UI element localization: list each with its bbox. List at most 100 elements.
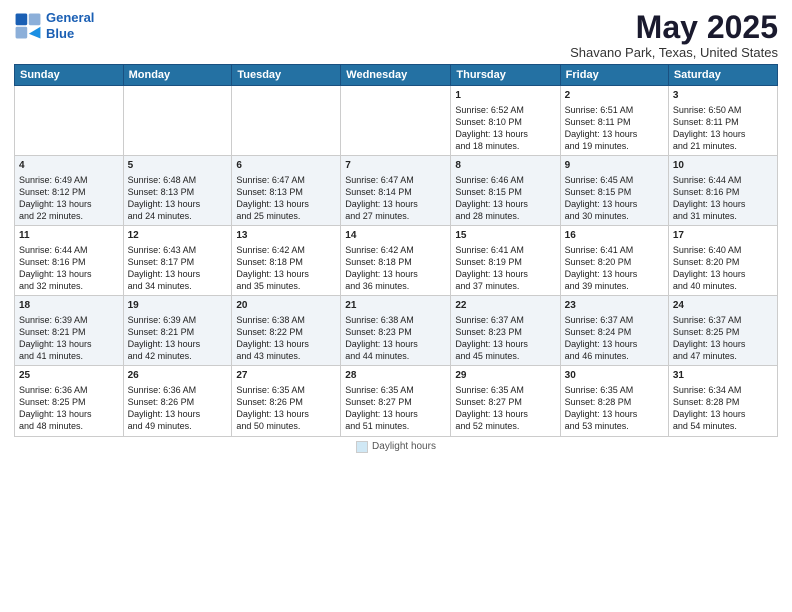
day-info: Sunrise: 6:39 AM Sunset: 8:21 PM Dayligh… [19,314,119,363]
day-number: 21 [345,299,446,313]
calendar-cell: 1Sunrise: 6:52 AM Sunset: 8:10 PM Daylig… [451,86,560,156]
legend-label: Daylight hours [372,441,436,452]
day-info: Sunrise: 6:44 AM Sunset: 8:16 PM Dayligh… [673,174,773,223]
calendar-cell: 7Sunrise: 6:47 AM Sunset: 8:14 PM Daylig… [341,156,451,226]
calendar-cell: 23Sunrise: 6:37 AM Sunset: 8:24 PM Dayli… [560,296,668,366]
logo-general: General [46,10,94,25]
calendar-cell: 12Sunrise: 6:43 AM Sunset: 8:17 PM Dayli… [123,226,232,296]
day-number: 19 [128,299,228,313]
day-info: Sunrise: 6:44 AM Sunset: 8:16 PM Dayligh… [19,244,119,293]
day-number: 31 [673,369,773,383]
calendar-cell: 20Sunrise: 6:38 AM Sunset: 8:22 PM Dayli… [232,296,341,366]
day-number: 1 [455,89,555,103]
logo-text: General Blue [46,10,94,41]
day-number: 16 [565,229,664,243]
day-info: Sunrise: 6:39 AM Sunset: 8:21 PM Dayligh… [128,314,228,363]
calendar-cell: 31Sunrise: 6:34 AM Sunset: 8:28 PM Dayli… [668,366,777,436]
day-number: 24 [673,299,773,313]
day-number: 22 [455,299,555,313]
day-info: Sunrise: 6:35 AM Sunset: 8:26 PM Dayligh… [236,384,336,433]
day-info: Sunrise: 6:46 AM Sunset: 8:15 PM Dayligh… [455,174,555,223]
calendar-cell [15,86,124,156]
calendar-cell: 3Sunrise: 6:50 AM Sunset: 8:11 PM Daylig… [668,86,777,156]
calendar-row-3: 18Sunrise: 6:39 AM Sunset: 8:21 PM Dayli… [15,296,778,366]
day-info: Sunrise: 6:41 AM Sunset: 8:20 PM Dayligh… [565,244,664,293]
calendar-cell: 22Sunrise: 6:37 AM Sunset: 8:23 PM Dayli… [451,296,560,366]
day-info: Sunrise: 6:50 AM Sunset: 8:11 PM Dayligh… [673,104,773,153]
logo-icon [14,12,42,40]
calendar-row-0: 1Sunrise: 6:52 AM Sunset: 8:10 PM Daylig… [15,86,778,156]
day-number: 26 [128,369,228,383]
calendar-cell: 6Sunrise: 6:47 AM Sunset: 8:13 PM Daylig… [232,156,341,226]
day-info: Sunrise: 6:38 AM Sunset: 8:23 PM Dayligh… [345,314,446,363]
day-number: 5 [128,159,228,173]
calendar-cell: 14Sunrise: 6:42 AM Sunset: 8:18 PM Dayli… [341,226,451,296]
day-info: Sunrise: 6:37 AM Sunset: 8:23 PM Dayligh… [455,314,555,363]
day-info: Sunrise: 6:35 AM Sunset: 8:27 PM Dayligh… [345,384,446,433]
logo: General Blue [14,10,94,41]
day-info: Sunrise: 6:37 AM Sunset: 8:25 PM Dayligh… [673,314,773,363]
legend-item-daylight: Daylight hours [356,441,436,453]
day-number: 2 [565,89,664,103]
calendar-cell: 18Sunrise: 6:39 AM Sunset: 8:21 PM Dayli… [15,296,124,366]
day-info: Sunrise: 6:37 AM Sunset: 8:24 PM Dayligh… [565,314,664,363]
calendar-cell: 5Sunrise: 6:48 AM Sunset: 8:13 PM Daylig… [123,156,232,226]
col-header-saturday: Saturday [668,65,777,86]
legend-box [356,441,368,453]
calendar-table: SundayMondayTuesdayWednesdayThursdayFrid… [14,64,778,436]
calendar-cell: 19Sunrise: 6:39 AM Sunset: 8:21 PM Dayli… [123,296,232,366]
day-info: Sunrise: 6:38 AM Sunset: 8:22 PM Dayligh… [236,314,336,363]
calendar-cell: 9Sunrise: 6:45 AM Sunset: 8:15 PM Daylig… [560,156,668,226]
day-number: 6 [236,159,336,173]
day-info: Sunrise: 6:35 AM Sunset: 8:27 PM Dayligh… [455,384,555,433]
calendar-cell: 28Sunrise: 6:35 AM Sunset: 8:27 PM Dayli… [341,366,451,436]
calendar-row-1: 4Sunrise: 6:49 AM Sunset: 8:12 PM Daylig… [15,156,778,226]
calendar-cell: 15Sunrise: 6:41 AM Sunset: 8:19 PM Dayli… [451,226,560,296]
day-number: 8 [455,159,555,173]
calendar-cell: 11Sunrise: 6:44 AM Sunset: 8:16 PM Dayli… [15,226,124,296]
day-info: Sunrise: 6:47 AM Sunset: 8:14 PM Dayligh… [345,174,446,223]
day-info: Sunrise: 6:41 AM Sunset: 8:19 PM Dayligh… [455,244,555,293]
day-number: 27 [236,369,336,383]
col-header-tuesday: Tuesday [232,65,341,86]
day-info: Sunrise: 6:49 AM Sunset: 8:12 PM Dayligh… [19,174,119,223]
day-number: 10 [673,159,773,173]
day-number: 25 [19,369,119,383]
day-number: 4 [19,159,119,173]
day-number: 28 [345,369,446,383]
day-number: 29 [455,369,555,383]
calendar-cell: 26Sunrise: 6:36 AM Sunset: 8:26 PM Dayli… [123,366,232,436]
location-subtitle: Shavano Park, Texas, United States [570,45,778,60]
title-block: May 2025 Shavano Park, Texas, United Sta… [570,10,778,60]
calendar-cell: 24Sunrise: 6:37 AM Sunset: 8:25 PM Dayli… [668,296,777,366]
col-header-wednesday: Wednesday [341,65,451,86]
day-number: 23 [565,299,664,313]
logo-blue: Blue [46,26,74,41]
page-container: General Blue May 2025 Shavano Park, Texa… [0,0,792,612]
calendar-cell: 16Sunrise: 6:41 AM Sunset: 8:20 PM Dayli… [560,226,668,296]
calendar-cell: 2Sunrise: 6:51 AM Sunset: 8:11 PM Daylig… [560,86,668,156]
day-number: 7 [345,159,446,173]
page-header: General Blue May 2025 Shavano Park, Texa… [14,10,778,60]
day-number: 18 [19,299,119,313]
col-header-thursday: Thursday [451,65,560,86]
day-number: 3 [673,89,773,103]
calendar-cell: 17Sunrise: 6:40 AM Sunset: 8:20 PM Dayli… [668,226,777,296]
calendar-cell [341,86,451,156]
calendar-cell [123,86,232,156]
day-number: 13 [236,229,336,243]
calendar-cell: 21Sunrise: 6:38 AM Sunset: 8:23 PM Dayli… [341,296,451,366]
day-number: 15 [455,229,555,243]
day-info: Sunrise: 6:36 AM Sunset: 8:25 PM Dayligh… [19,384,119,433]
day-number: 12 [128,229,228,243]
col-header-friday: Friday [560,65,668,86]
calendar-cell: 29Sunrise: 6:35 AM Sunset: 8:27 PM Dayli… [451,366,560,436]
calendar-row-4: 25Sunrise: 6:36 AM Sunset: 8:25 PM Dayli… [15,366,778,436]
calendar-row-2: 11Sunrise: 6:44 AM Sunset: 8:16 PM Dayli… [15,226,778,296]
calendar-cell: 27Sunrise: 6:35 AM Sunset: 8:26 PM Dayli… [232,366,341,436]
calendar-cell: 10Sunrise: 6:44 AM Sunset: 8:16 PM Dayli… [668,156,777,226]
calendar-cell: 13Sunrise: 6:42 AM Sunset: 8:18 PM Dayli… [232,226,341,296]
calendar-cell: 30Sunrise: 6:35 AM Sunset: 8:28 PM Dayli… [560,366,668,436]
col-header-sunday: Sunday [15,65,124,86]
calendar-cell: 4Sunrise: 6:49 AM Sunset: 8:12 PM Daylig… [15,156,124,226]
